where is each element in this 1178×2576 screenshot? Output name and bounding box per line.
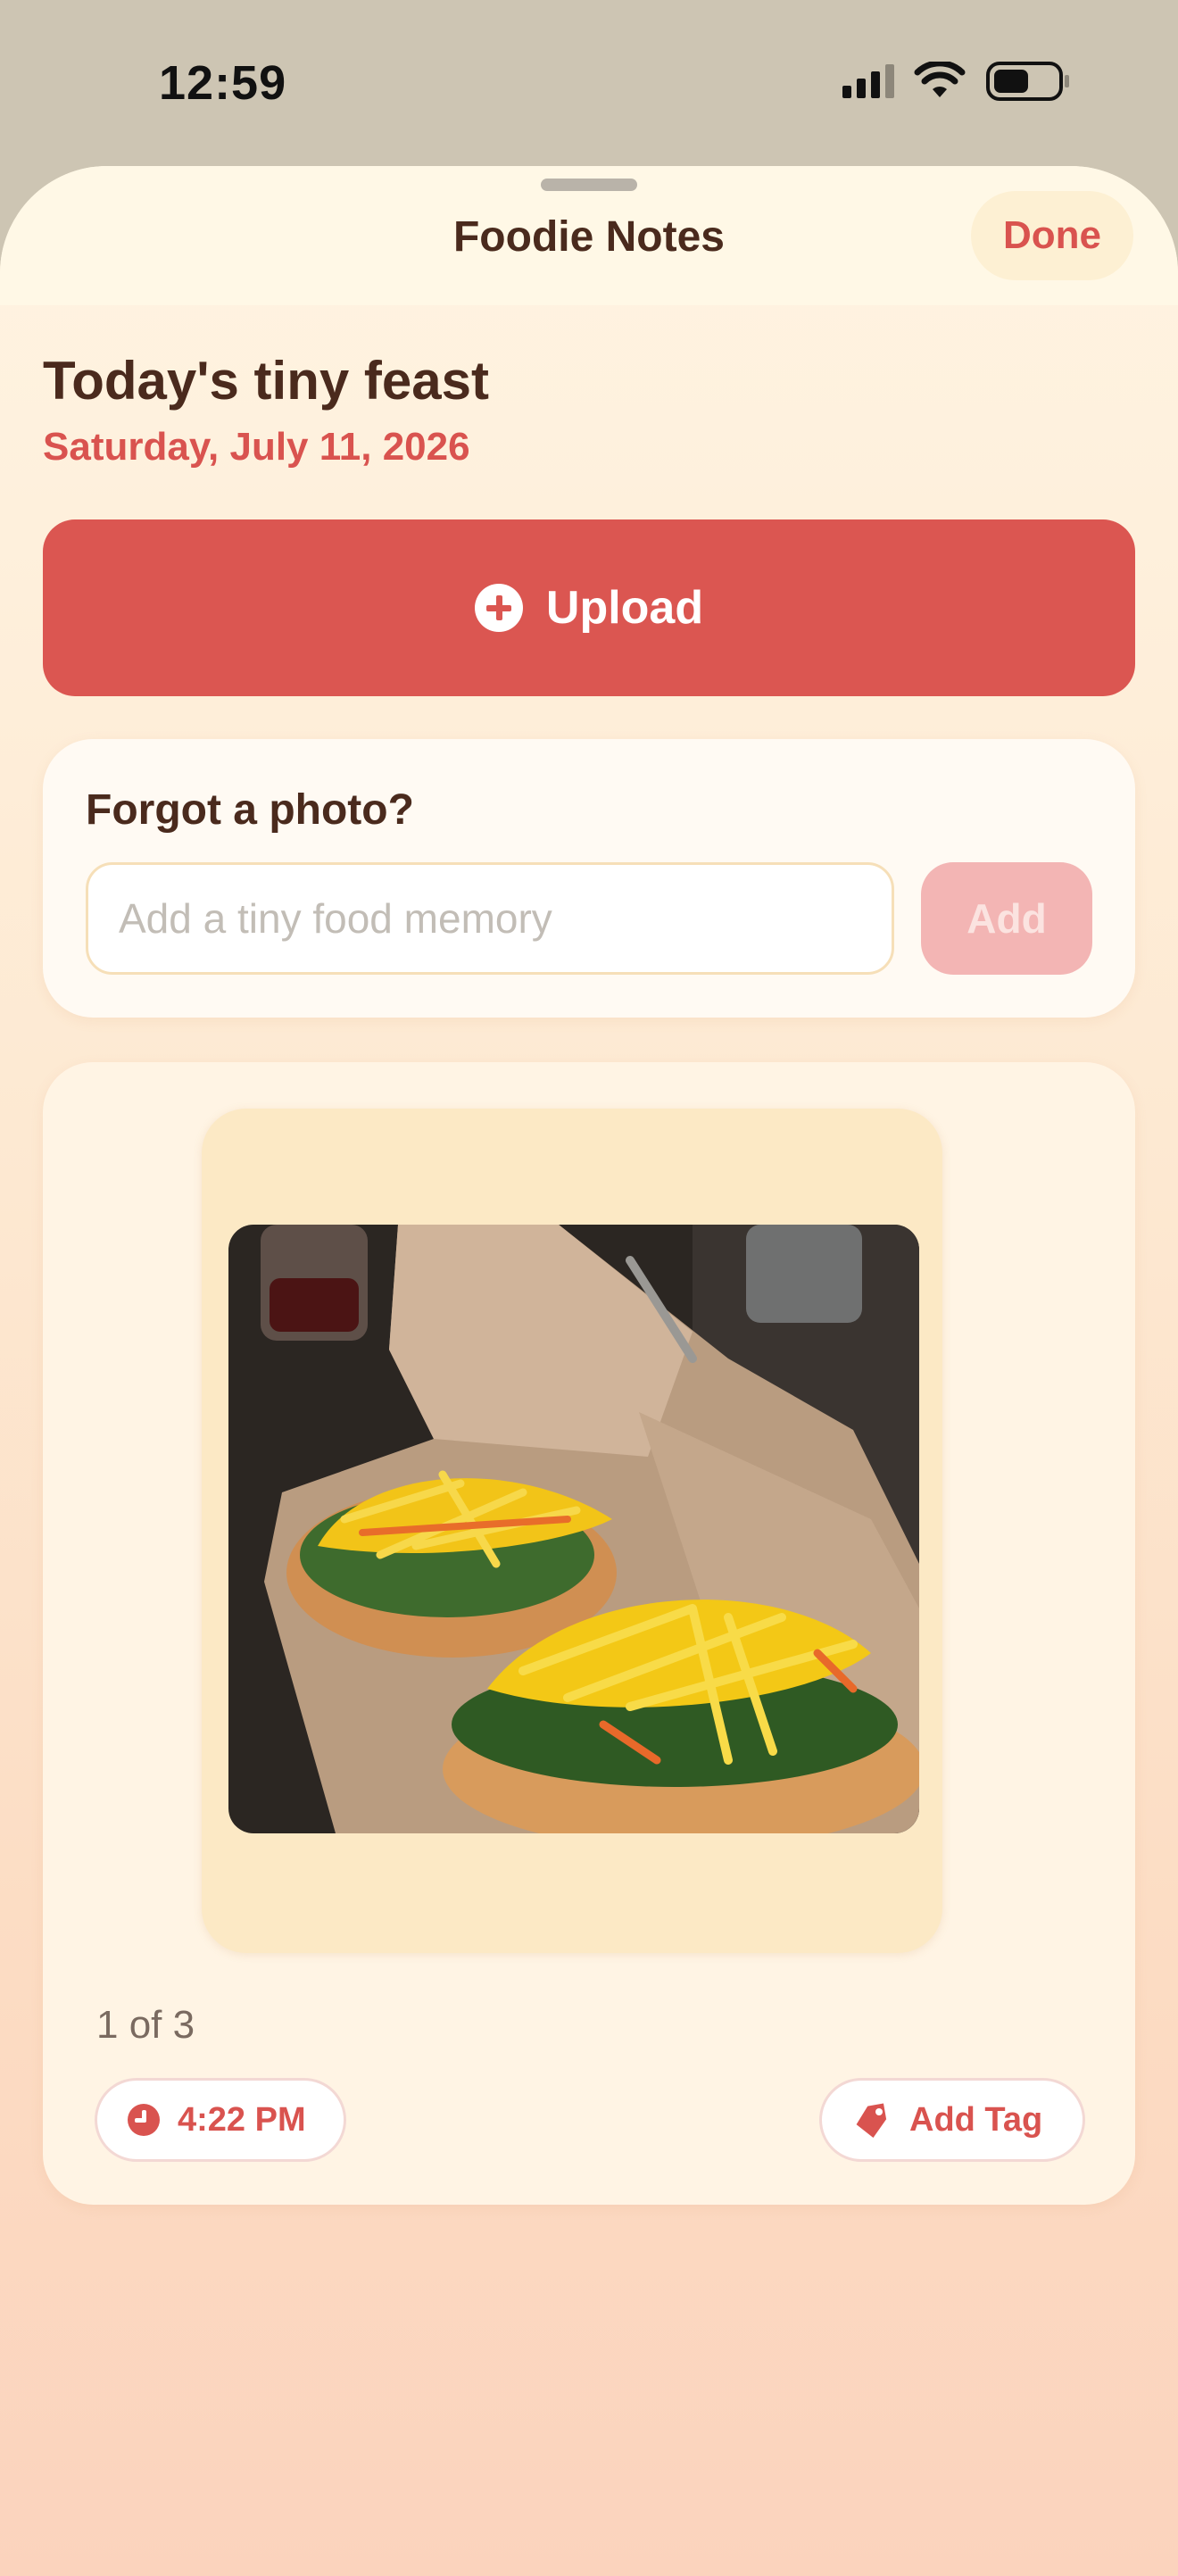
sheet-grabber[interactable] [541,179,637,191]
forgot-photo-title: Forgot a photo? [86,786,414,834]
date-label: Saturday, July 11, 2026 [43,425,470,469]
status-icons [842,61,1071,102]
nav-bar: Foodie Notes Done [0,166,1178,305]
upload-button[interactable]: Upload [43,519,1135,696]
upload-label: Upload [545,582,704,634]
status-time: 12:59 [159,56,287,110]
photo-frame[interactable] [202,1109,942,1953]
add-memory-button[interactable]: Add [921,862,1092,975]
clock-icon [128,2104,160,2136]
cellular-signal-icon [842,64,894,98]
tag-icon [856,2103,887,2139]
photo-card: 1 of 3 4:22 PM Add Tag [43,1062,1135,2205]
food-photo-image [228,1225,919,1833]
forgot-photo-card: Forgot a photo? Add [43,739,1135,1018]
done-button[interactable]: Done [971,191,1133,280]
battery-icon [986,62,1069,101]
photo-time-label: 4:22 PM [178,2100,306,2139]
food-memory-input[interactable] [86,862,894,975]
photo-time-button[interactable]: 4:22 PM [95,2078,346,2162]
wifi-icon [914,62,966,97]
foodie-notes-sheet: Foodie Notes Done Today's tiny feast Sat… [0,166,1178,2576]
plus-circle-icon [474,584,523,632]
add-tag-button[interactable]: Add Tag [819,2078,1085,2162]
food-photo [228,1225,919,1833]
status-bar: 12:59 [0,0,1178,170]
add-tag-label: Add Tag [909,2100,1043,2139]
page-heading: Today's tiny feast [43,351,489,411]
photo-page-indicator: 1 of 3 [96,2003,195,2047]
